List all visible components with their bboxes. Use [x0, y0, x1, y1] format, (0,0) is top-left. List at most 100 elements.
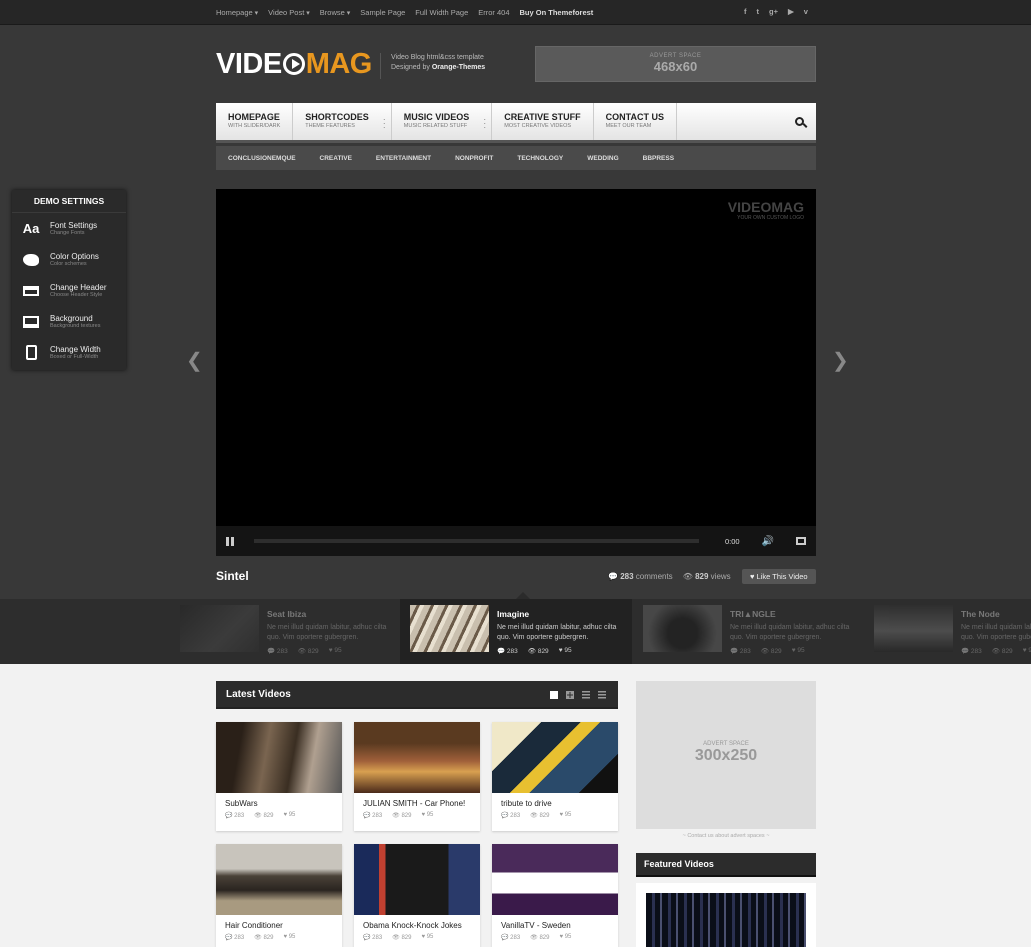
fullscreen-icon[interactable]: [796, 537, 806, 545]
vimeo-icon[interactable]: v: [804, 7, 808, 16]
nav-music-videos[interactable]: MUSIC VIDEOS MUSIC RELATED STUFF · · ·: [392, 103, 493, 140]
pause-icon[interactable]: [226, 536, 234, 546]
nav-contact-us[interactable]: CONTACT US MEET OUR TEAM: [594, 103, 677, 140]
advert-box-300[interactable]: ADVERT SPACE 300x250: [636, 681, 816, 829]
demo-item-sub: Color schemes: [50, 261, 87, 267]
logo-text-right: MAG: [305, 48, 373, 80]
cat-conclusionemque[interactable]: CONCLUSIONEMQUE: [228, 155, 296, 162]
cat-entertainment[interactable]: ENTERTAINMENT: [376, 155, 431, 162]
nav-shortcodes[interactable]: SHORTCODES THEME FEATURES · · ·: [293, 103, 392, 140]
video-card-title[interactable]: JULIAN SMITH - Car Phone!: [354, 793, 480, 808]
slider-item[interactable]: TRI▲NGLE Ne mei illud quidam labitur, adh…: [633, 599, 865, 664]
demo-color-options[interactable]: Color Options Color schemes: [12, 244, 126, 275]
slider-item[interactable]: The Node Ne mei illud quidam labitur, adh…: [864, 599, 1031, 664]
demo-settings-panel: DEMO SETTINGS Aa Font Settings Change Fon…: [12, 190, 126, 370]
demo-change-header[interactable]: Change Header Choose Header Style: [12, 275, 126, 306]
video-card[interactable]: JULIAN SMITH - Car Phone! 💬 283 👁 829 ♥ 95: [354, 722, 480, 831]
video-card[interactable]: SubWars 💬 283 👁 829 ♥ 95: [216, 722, 342, 831]
slider-thumbnail: [643, 605, 722, 652]
video-card[interactable]: tribute to drive 💬 283 👁 829 ♥ 95: [492, 722, 618, 831]
toplink-sample-page[interactable]: Sample Page: [360, 8, 405, 17]
like-video-button[interactable]: ♥ Like This Video: [742, 569, 816, 584]
comments-count: 283: [510, 813, 521, 819]
views-count: 829: [539, 813, 550, 819]
demo-item-title: Color Options: [50, 252, 99, 261]
slider-stats: 💬 283 👁 829 ♥ 95: [730, 647, 858, 655]
video-card[interactable]: Hair Conditioner 💬 283 👁 829 ♥ 95: [216, 844, 342, 947]
active-pointer: [516, 592, 530, 599]
likes-count: 95: [426, 934, 434, 940]
nav-creative-stuff[interactable]: CREATIVE STUFF MOST CREATIVE VIDEOS: [492, 103, 594, 140]
comments-stat[interactable]: 💬 283 comments: [608, 572, 673, 581]
toplink-full-width[interactable]: Full Width Page: [415, 8, 468, 17]
facebook-icon[interactable]: f: [744, 7, 747, 16]
youtube-icon[interactable]: ▶: [788, 7, 794, 16]
slider-item[interactable]: Seat Ibiza Ne mei illud quidam labitur, a…: [170, 599, 402, 664]
card-comments: 💬 283: [363, 813, 383, 819]
video-card-title[interactable]: tribute to drive: [492, 793, 618, 808]
googleplus-icon[interactable]: g+: [769, 7, 778, 16]
comments-count: 283: [372, 813, 383, 819]
tagline-prefix: Designed by: [391, 64, 432, 71]
twitter-icon[interactable]: t: [757, 7, 760, 16]
slider-comments: 💬 283: [730, 648, 751, 655]
chevron-right-icon[interactable]: ❯: [832, 348, 849, 373]
progress-bar[interactable]: [254, 539, 699, 543]
chevron-left-icon[interactable]: ❮: [186, 348, 203, 373]
card-views: 👁 829: [530, 935, 550, 941]
demo-item-sub: Choose Header Style: [50, 292, 103, 298]
cat-bbpress[interactable]: BBPRESS: [643, 155, 674, 162]
advert-contact-link[interactable]: ~ Contact us about advert spaces ~: [636, 833, 816, 839]
watermark-text: VIDEOMAG: [727, 199, 804, 215]
views-count: 829: [1001, 648, 1013, 655]
toplink-video-post[interactable]: Video Post: [268, 8, 310, 17]
slider-views: 👁 829: [297, 648, 319, 655]
card-views: 👁 829: [254, 935, 274, 941]
card-likes: ♥ 95: [283, 812, 296, 818]
views-count: 829: [263, 813, 274, 819]
video-card[interactable]: Obama Knock-Knock Jokes 💬 283 👁 829 ♥ 95: [354, 844, 480, 947]
slider-views: 👁 829: [991, 648, 1013, 655]
grid-small-icon[interactable]: [550, 691, 558, 699]
demo-change-width[interactable]: Change Width Boxed or Full-Width: [12, 337, 126, 368]
grid-large-icon[interactable]: [566, 691, 574, 699]
list-icon[interactable]: [598, 691, 606, 699]
toplink-browse[interactable]: Browse: [320, 8, 350, 17]
slider-item-active[interactable]: Imagine Ne mei illud quidam labitur, adhu…: [400, 599, 632, 664]
featured-videos-title: Featured Videos: [644, 859, 714, 869]
cat-creative[interactable]: CREATIVE: [320, 155, 352, 162]
cat-technology[interactable]: TECHNOLOGY: [517, 155, 563, 162]
video-card-title[interactable]: VanillaTV - Sweden: [492, 915, 618, 930]
video-card-stats: 💬 283 👁 829 ♥ 95: [354, 930, 480, 941]
nav-subtitle: MEET OUR TEAM: [605, 123, 652, 129]
category-nav: CONCLUSIONEMQUE CREATIVE ENTERTAINMENT N…: [216, 146, 816, 170]
cat-nonprofit[interactable]: NONPROFIT: [455, 155, 493, 162]
card-comments: 💬 283: [225, 813, 245, 819]
demo-font-settings[interactable]: Aa Font Settings Change Fonts: [12, 213, 126, 244]
slider-views: 👁 829: [760, 648, 782, 655]
top-links: Homepage Video Post Browse Sample Page F…: [216, 0, 593, 25]
toplink-buy[interactable]: Buy On Themeforest: [520, 8, 594, 17]
video-player[interactable]: VIDEOMAG YOUR OWN CUSTOM LOGO 0:00 🔊: [216, 189, 816, 556]
views-count: 829: [537, 648, 549, 655]
list-detail-icon[interactable]: [582, 691, 590, 699]
toplink-homepage[interactable]: Homepage: [216, 8, 258, 17]
advert-banner-468[interactable]: ADVERT SPACE 468x60: [535, 46, 816, 82]
video-card-title[interactable]: Obama Knock-Knock Jokes: [354, 915, 480, 930]
comments-count: 283: [276, 648, 288, 655]
search-icon[interactable]: [795, 117, 804, 126]
cat-wedding[interactable]: WEDDING: [587, 155, 618, 162]
video-card-title[interactable]: SubWars: [216, 793, 342, 808]
volume-icon[interactable]: 🔊: [762, 536, 774, 547]
featured-video-card[interactable]: [636, 883, 816, 947]
video-card[interactable]: VanillaTV - Sweden 💬 283 👁 829 ♥ 95: [492, 844, 618, 947]
comments-count: 283: [739, 648, 751, 655]
video-card-stats: 💬 283 👁 829 ♥ 95: [492, 930, 618, 941]
video-card-title[interactable]: Hair Conditioner: [216, 915, 342, 930]
card-likes: ♥ 95: [421, 934, 434, 940]
tagline-line1: Video Blog html&css template: [391, 54, 484, 61]
nav-homepage[interactable]: HOMEPAGE WITH SLIDER/DARK: [216, 103, 294, 140]
demo-background[interactable]: Background Background textures: [12, 306, 126, 337]
toplink-error-404[interactable]: Error 404: [478, 8, 509, 17]
site-logo[interactable]: VIDE MAG: [216, 48, 372, 80]
